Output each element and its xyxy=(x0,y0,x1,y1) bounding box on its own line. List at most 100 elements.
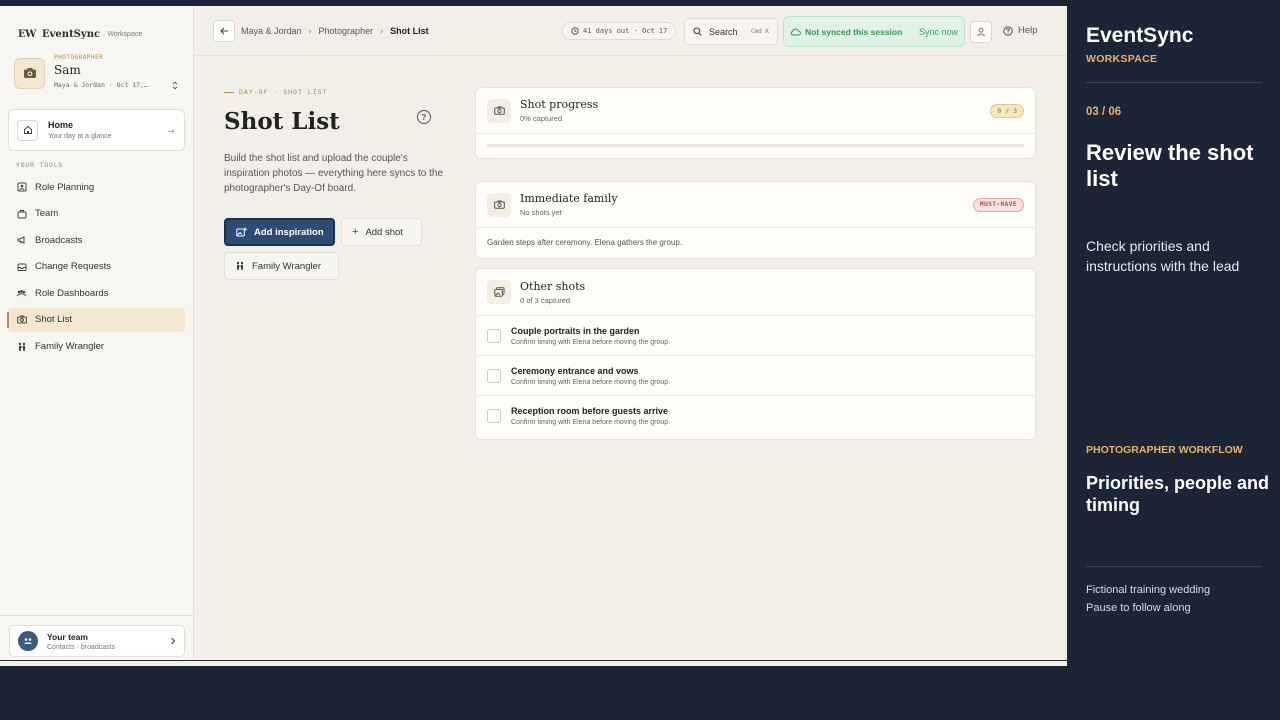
search-shortcut: Cmd K xyxy=(750,28,769,35)
immediate-family-card: Immediate family No shots yet MUST-HAVE … xyxy=(475,181,1036,259)
panel-footer-hint: Pause to follow along xyxy=(1086,602,1191,614)
sidebar-item-role-dashboards[interactable]: Role Dashboards xyxy=(8,281,185,305)
sidebar-item-change-requests[interactable]: Change Requests xyxy=(8,255,185,279)
sidebar-item-shot-list[interactable]: Shot List xyxy=(7,307,185,332)
step-counter: 03 / 06 xyxy=(1086,106,1122,118)
camera-icon xyxy=(487,192,511,217)
card-title: Shot progress xyxy=(520,98,599,111)
help-link[interactable]: Help xyxy=(1003,25,1038,36)
home-card[interactable]: Home Your day at a glance → xyxy=(8,109,185,151)
add-shot-button[interactable]: + Add shot xyxy=(341,218,422,246)
help-icon xyxy=(1003,25,1013,36)
must-have-badge: MUST-HAVE xyxy=(972,197,1024,212)
updown-icon xyxy=(172,81,178,92)
tools-label: YOUR TOOLS xyxy=(16,161,64,169)
team-icon xyxy=(16,208,27,219)
role-planning-icon xyxy=(16,182,27,193)
question-icon[interactable]: ? xyxy=(417,110,431,124)
workflow-label: PHOTOGRAPHER WORKFLOW xyxy=(1086,444,1243,456)
shot-checkbox[interactable] xyxy=(487,409,501,423)
team-subtitle: Contacts · broadcasts xyxy=(47,643,116,651)
sync-now-button[interactable]: Sync now xyxy=(919,27,958,37)
progress-bar xyxy=(487,144,1024,147)
chevron-right-icon: › xyxy=(380,25,384,36)
profile-role: PHOTOGRAPHER xyxy=(54,54,104,61)
shot-row: Couple portraits in the garden Confirm t… xyxy=(476,316,1035,356)
sidebar: EW EventSync · Workspace PHOTOGRAPHER Sa… xyxy=(0,6,194,660)
breadcrumb-current: Shot List xyxy=(390,25,429,36)
days-out-badge: 41 days out · Oct 17 xyxy=(562,22,677,40)
page-intro: DAY-OF · SHOT LIST Shot List ? Build the… xyxy=(224,88,454,280)
cloud-off-icon xyxy=(790,27,801,35)
search-label: Search xyxy=(709,26,738,37)
panel-brand: EventSync xyxy=(1086,24,1194,47)
shot-count-badge: 0 / 3 xyxy=(990,103,1024,118)
app-window: EW EventSync · Workspace PHOTOGRAPHER Sa… xyxy=(0,6,1067,660)
profile-name: Sam xyxy=(54,63,81,77)
step-heading: Review the shot list xyxy=(1086,140,1254,191)
breadcrumb-item[interactable]: Maya & Jordan xyxy=(241,26,302,36)
breadcrumb: Maya & Jordan › Photographer › Shot List xyxy=(241,26,429,36)
add-inspiration-button[interactable]: Add inspiration xyxy=(224,218,335,246)
home-icon xyxy=(17,119,38,141)
megaphone-icon xyxy=(16,235,27,246)
other-shots-card: Other shots 0 of 3 captured Couple portr… xyxy=(475,268,1036,440)
sync-status: Not synced this session Sync now xyxy=(783,16,965,47)
family-wrangler-button[interactable]: Family Wrangler xyxy=(224,252,339,280)
breadcrumb-item[interactable]: Photographer xyxy=(319,26,374,36)
panel-footer-note: Fictional training wedding xyxy=(1086,584,1211,596)
shot-note: Confirm timing with Elena before moving … xyxy=(511,378,671,386)
panel-subtitle: WORKSPACE xyxy=(1086,53,1158,65)
sidebar-item-family-wrangler[interactable]: Family Wrangler xyxy=(8,335,185,359)
home-subtitle: Your day at a glance xyxy=(48,133,112,140)
shot-checkbox[interactable] xyxy=(487,368,501,383)
brand-name: EventSync xyxy=(42,28,101,40)
card-subtitle: 0 of 3 captured xyxy=(520,295,571,305)
card-title: Immediate family xyxy=(520,192,618,205)
sidebar-item-label: Shot List xyxy=(35,314,72,326)
team-card[interactable]: Your team Contacts · broadcasts xyxy=(9,625,185,657)
camera-icon xyxy=(16,314,27,325)
search-button[interactable]: Search Cmd K xyxy=(684,18,778,45)
days-out-text: 41 days out · Oct 17 xyxy=(583,27,668,35)
profile-switcher[interactable]: PHOTOGRAPHER Sam Maya & Jordan · Oct 17,… xyxy=(0,42,193,92)
sidebar-nav: Role Planning Team Broadcasts Change Req… xyxy=(0,175,193,359)
card-title: Other shots xyxy=(520,279,586,293)
inbox-icon xyxy=(16,261,27,272)
sidebar-item-label: Change Requests xyxy=(35,261,112,273)
shot-note: Confirm timing with Elena before moving … xyxy=(511,419,671,426)
camera-icon xyxy=(14,57,45,89)
chevron-right-icon xyxy=(170,632,176,650)
brand: EW EventSync · Workspace xyxy=(0,6,193,42)
user-menu-button[interactable] xyxy=(970,21,992,43)
sync-status-text: Not synced this session xyxy=(805,26,903,37)
sidebar-item-role-planning[interactable]: Role Planning xyxy=(8,175,185,199)
shot-row: Reception room before guests arrive Conf… xyxy=(476,396,1035,436)
family-icon xyxy=(236,261,244,270)
sidebar-item-team[interactable]: Team xyxy=(8,202,185,226)
divider xyxy=(0,615,193,616)
brand-sub: · Workspace xyxy=(103,30,143,38)
sidebar-item-label: Broadcasts xyxy=(35,234,83,246)
chevron-right-icon: › xyxy=(308,25,312,36)
arrow-right-icon: → xyxy=(166,124,176,136)
plus-icon: + xyxy=(352,226,359,238)
user-icon xyxy=(976,27,986,37)
gallery-icon xyxy=(487,280,511,304)
shot-progress-card: Shot progress 0% captured 0 / 3 xyxy=(475,87,1036,159)
shot-checkbox[interactable] xyxy=(487,328,501,343)
shot-title: Ceremony entrance and vows xyxy=(511,365,639,376)
brand-logo: EW xyxy=(18,28,36,40)
family-icon xyxy=(16,341,27,352)
tutorial-panel: EventSync WORKSPACE 03 / 06 Review the s… xyxy=(1067,0,1280,720)
camera-icon xyxy=(487,98,511,123)
back-button[interactable] xyxy=(213,19,235,42)
home-title: Home xyxy=(48,120,74,130)
people-icon xyxy=(16,288,27,299)
page-kicker: DAY-OF · SHOT LIST xyxy=(224,88,454,96)
add-image-icon xyxy=(236,227,247,237)
step-body: Check priorities and instructions with t… xyxy=(1086,238,1240,274)
shot-title: Couple portraits in the garden xyxy=(511,325,640,336)
help-label: Help xyxy=(1018,25,1038,36)
sidebar-item-broadcasts[interactable]: Broadcasts xyxy=(8,228,185,252)
